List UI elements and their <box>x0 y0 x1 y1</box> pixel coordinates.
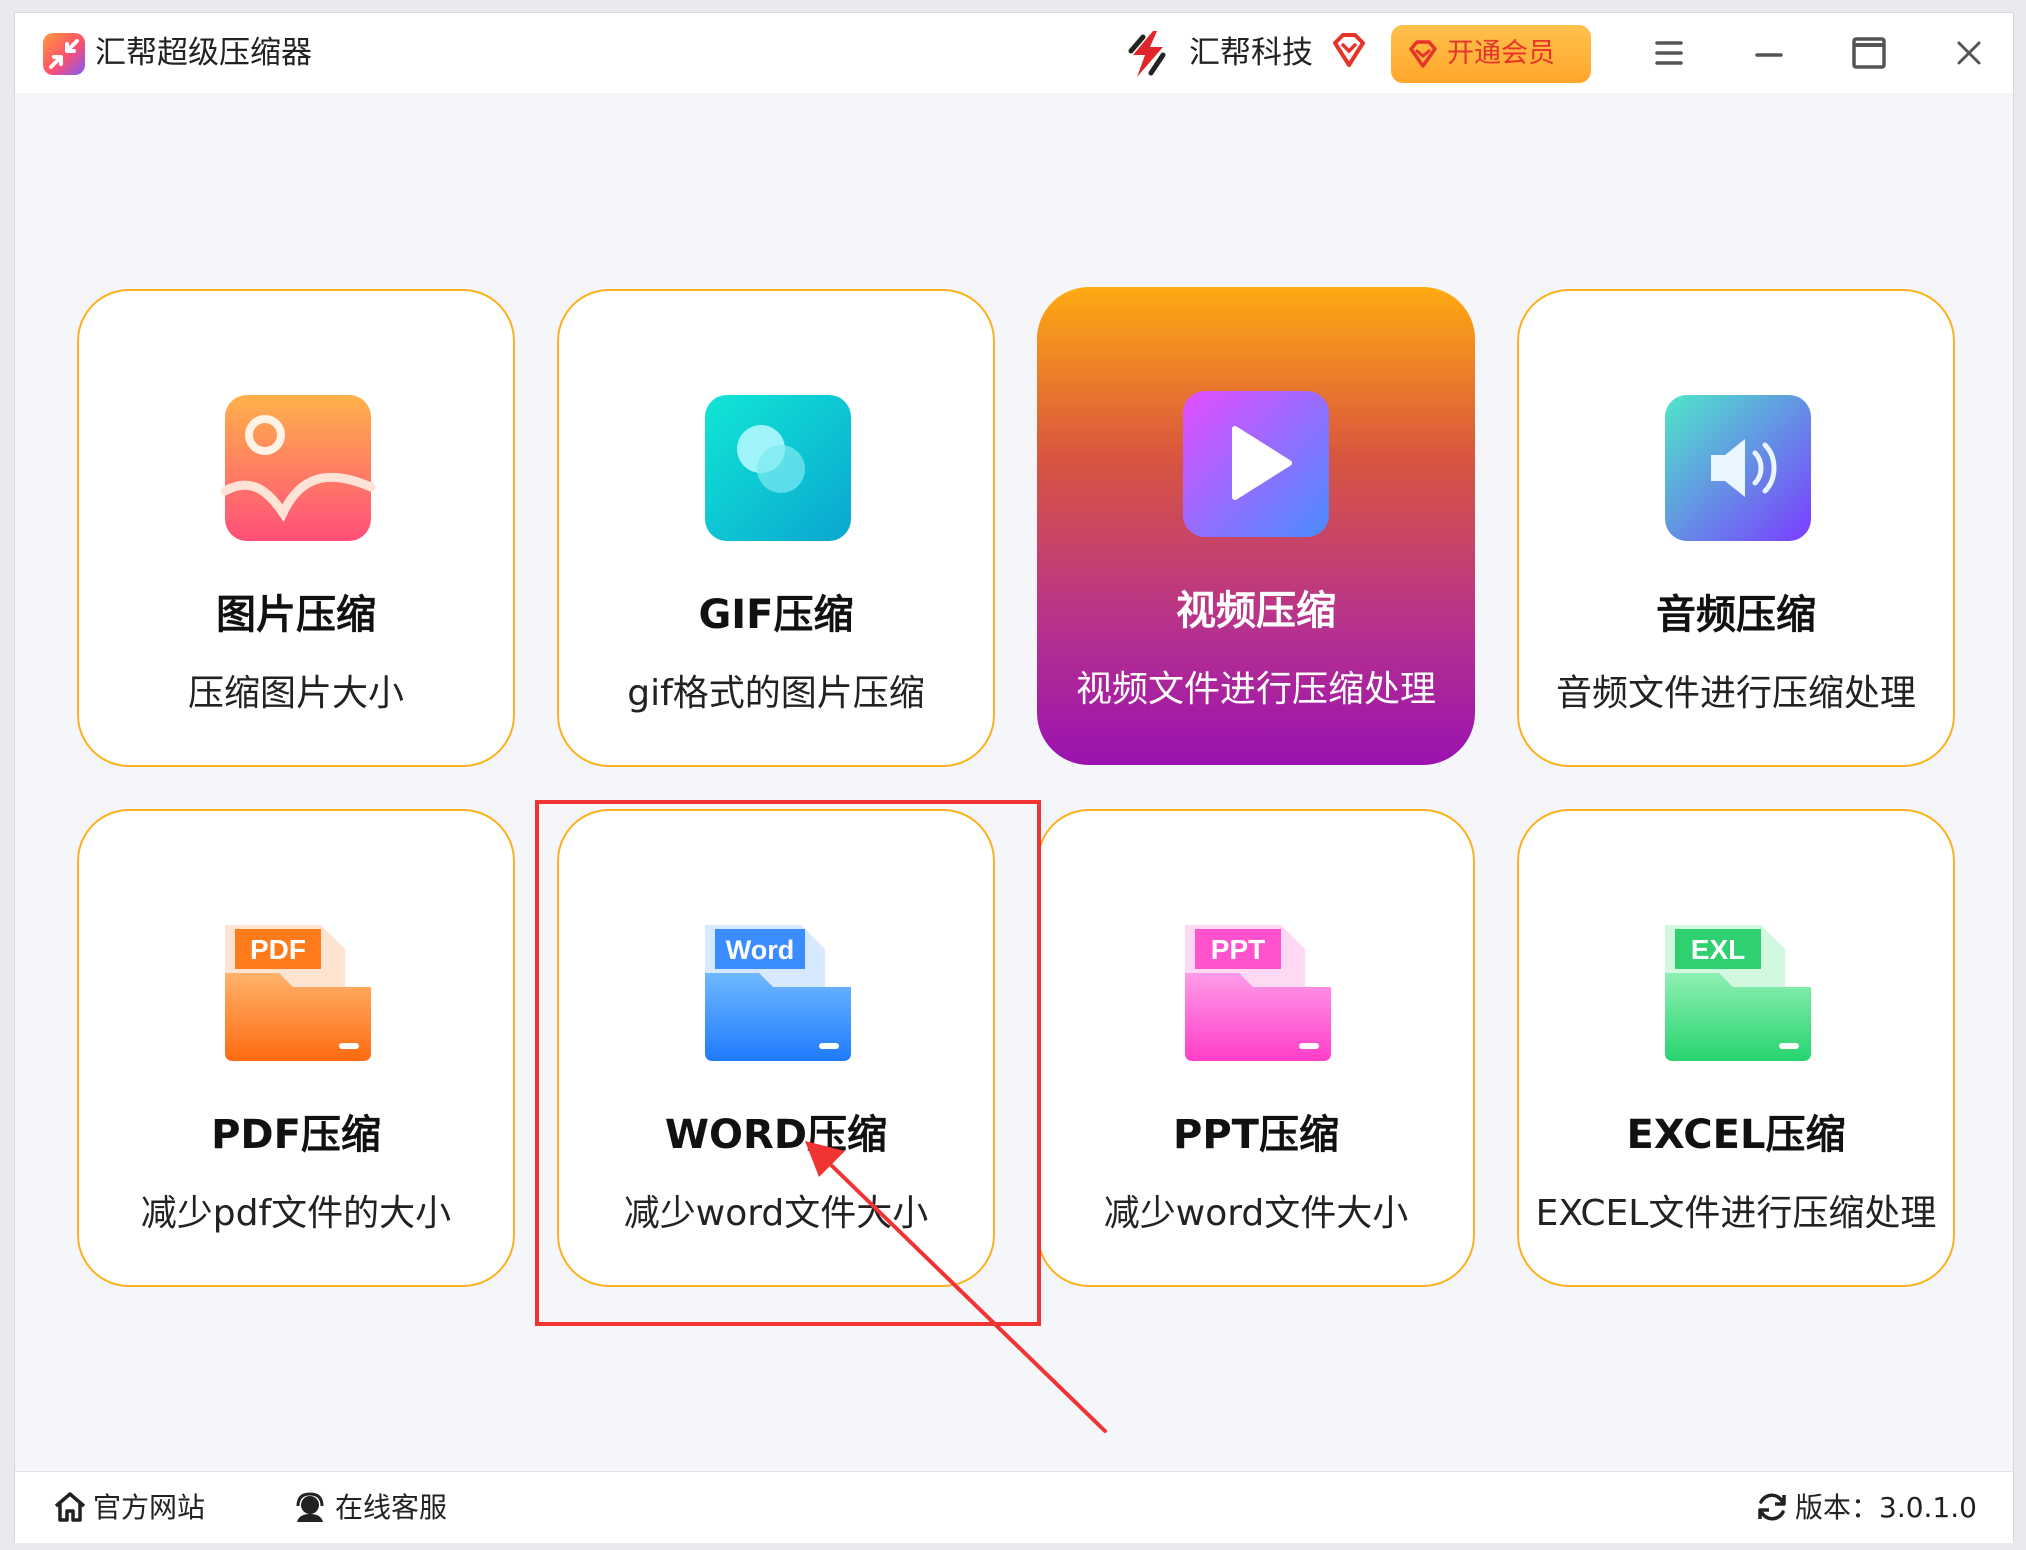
card-title: EXCEL压缩 <box>1626 1112 1846 1158</box>
card-description: 视频文件进行压缩处理 <box>1075 669 1436 710</box>
title-bar: 汇帮超级压缩器 汇帮科技 开通会员 <box>15 13 2013 93</box>
card-description: 减少word文件大小 <box>623 1193 929 1234</box>
app-logo-icon <box>43 33 85 75</box>
maximize-icon <box>1852 37 1886 69</box>
image-icon <box>220 395 376 541</box>
ppt-tag: PPT <box>1211 934 1265 965</box>
brand-logo-icon <box>1128 31 1166 77</box>
vip-diamond-icon <box>1409 40 1437 68</box>
headset-icon <box>296 1492 324 1522</box>
excel-folder-icon: EXL <box>1665 925 1811 1061</box>
version-label: 版本：3.0.1.0 <box>1795 1491 1977 1524</box>
card-description: 音频文件进行压缩处理 <box>1555 673 1916 714</box>
card-title: PDF压缩 <box>211 1112 381 1158</box>
card-image-compress[interactable]: 图片压缩 压缩图片大小 <box>77 289 515 767</box>
diamond-badge-icon <box>1333 33 1365 67</box>
card-word-compress[interactable]: Word WORD压缩 减少word文件大小 <box>557 809 995 1287</box>
card-gif-compress[interactable]: GIF压缩 gif格式的图片压缩 <box>557 289 995 767</box>
version-info[interactable]: 版本：3.0.1.0 <box>1755 1486 1995 1530</box>
card-video-compress[interactable]: 视频压缩 视频文件进行压缩处理 <box>1037 287 1475 765</box>
minimize-icon <box>1755 53 1783 57</box>
menu-button[interactable] <box>1641 27 1697 79</box>
card-description: 减少pdf文件的大小 <box>140 1193 452 1234</box>
card-title: GIF压缩 <box>698 592 854 638</box>
excel-tag: EXL <box>1691 934 1745 965</box>
card-description: EXCEL文件进行压缩处理 <box>1535 1193 1937 1234</box>
card-title: PPT压缩 <box>1173 1112 1339 1158</box>
video-play-icon <box>1183 391 1329 537</box>
word-folder-icon: Word <box>705 925 851 1061</box>
card-pdf-compress[interactable]: PDF PDF压缩 减少pdf文件的大小 <box>77 809 515 1287</box>
online-support-label: 在线客服 <box>335 1491 448 1524</box>
official-website-link[interactable]: 官方网站 <box>53 1486 233 1530</box>
maximize-button[interactable] <box>1841 27 1897 79</box>
card-title: 视频压缩 <box>1176 588 1336 634</box>
app-title: 汇帮超级压缩器 <box>95 35 312 71</box>
card-title: 音频压缩 <box>1656 592 1816 638</box>
vip-membership-label: 开通会员 <box>1447 38 1555 69</box>
card-excel-compress[interactable]: EXL EXCEL压缩 EXCEL文件进行压缩处理 <box>1517 809 1955 1287</box>
minimize-button[interactable] <box>1741 27 1797 79</box>
card-title: 图片压缩 <box>216 592 376 638</box>
card-title: WORD压缩 <box>664 1112 888 1158</box>
bottom-bar: 官方网站 在线客服 版本：3.0.1.0 <box>15 1471 2013 1543</box>
card-description: 压缩图片大小 <box>187 673 404 714</box>
pdf-tag: PDF <box>250 934 306 965</box>
annotation-arrow <box>805 1141 1107 1433</box>
card-description: gif格式的图片压缩 <box>627 673 925 714</box>
close-button[interactable] <box>1941 27 1997 79</box>
audio-speaker-icon <box>1665 395 1811 541</box>
card-audio-compress[interactable]: 音频压缩 音频文件进行压缩处理 <box>1517 289 1955 767</box>
card-description: 减少word文件大小 <box>1103 1193 1409 1234</box>
card-ppt-compress[interactable]: PPT PPT压缩 减少word文件大小 <box>1037 809 1475 1287</box>
brand-name: 汇帮科技 <box>1189 35 1313 71</box>
home-icon <box>54 1492 86 1522</box>
online-support-link[interactable]: 在线客服 <box>293 1486 473 1530</box>
pdf-folder-icon: PDF <box>225 925 371 1061</box>
word-tag: Word <box>726 935 795 965</box>
close-icon <box>1957 41 1981 65</box>
vip-membership-button[interactable]: 开通会员 <box>1391 25 1591 83</box>
gif-icon <box>705 395 851 541</box>
refresh-icon <box>1758 1493 1786 1521</box>
ppt-folder-icon: PPT <box>1185 925 1331 1061</box>
official-website-label: 官方网站 <box>93 1491 206 1524</box>
app-window: 汇帮超级压缩器 汇帮科技 开通会员 图片压缩 压缩图片大小 GIF压缩 gif格… <box>14 12 2014 1543</box>
hamburger-icon <box>1655 41 1683 65</box>
